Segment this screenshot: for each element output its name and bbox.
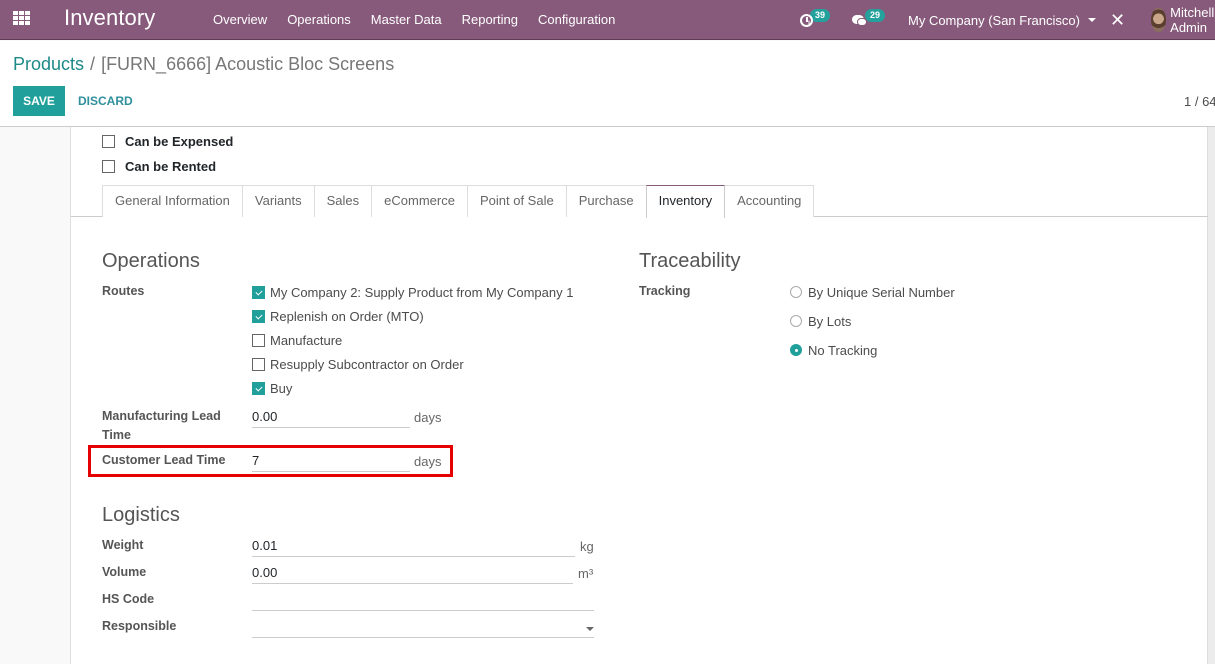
hs-code-label: HS Code (102, 592, 155, 606)
app-name[interactable]: Inventory (64, 5, 155, 31)
route-label: Manufacture (270, 332, 343, 348)
tab-inventory[interactable]: Inventory (645, 185, 726, 218)
avatar (1151, 8, 1167, 32)
route-label: Replenish on Order (MTO) (270, 308, 424, 324)
volume-label: Volume (102, 565, 147, 579)
tracking-option-lots[interactable]: By Lots (790, 311, 851, 331)
tracking-option-label: By Unique Serial Number (808, 284, 955, 300)
chevron-down-icon[interactable] (586, 627, 594, 631)
route-item[interactable]: My Company 2: Supply Product from My Com… (252, 282, 573, 302)
top-navbar: Inventory Overview Operations Master Dat… (0, 0, 1215, 40)
save-button[interactable]: SAVE (13, 86, 65, 116)
chevron-down-icon (1087, 18, 1096, 22)
route-item[interactable]: Buy (252, 378, 292, 398)
hs-code-input[interactable] (252, 589, 594, 611)
route-item[interactable]: Manufacture (252, 330, 342, 350)
breadcrumb-separator: / (90, 54, 96, 74)
volume-unit: m³ (578, 566, 594, 581)
responsible-label: Responsible (102, 619, 177, 633)
responsible-select[interactable] (252, 616, 594, 638)
route-label: My Company 2: Supply Product from My Com… (270, 284, 574, 300)
menu-operations[interactable]: Operations (277, 0, 361, 40)
radio-button[interactable] (790, 344, 802, 356)
menu-master-data[interactable]: Master Data (361, 0, 452, 40)
route-label: Buy (270, 380, 293, 396)
control-panel: Products / [FURN_6666] Acoustic Bloc Scree… (0, 41, 1215, 127)
can-be-expensed-option[interactable]: Can be Expensed (102, 129, 233, 154)
tab-accounting[interactable]: Accounting (724, 185, 815, 217)
route-item[interactable]: Replenish on Order (MTO) (252, 306, 424, 326)
clock-icon (800, 13, 813, 27)
customer-lead-time-label: Customer Lead Time (102, 453, 226, 467)
logistics-title: Logistics (102, 504, 180, 526)
operations-title: Operations (102, 250, 200, 272)
customer-lead-time-input[interactable] (252, 450, 410, 472)
radio-button[interactable] (790, 315, 802, 327)
tools-icon[interactable]: ✕ (1110, 0, 1125, 40)
pager[interactable]: 1 / 64 (1184, 94, 1215, 109)
notebook-tabs: General Information Variants Sales eComm… (71, 185, 1209, 218)
tracking-option-label: By Lots (808, 313, 852, 329)
user-name: Mitchell Admin (1170, 5, 1215, 35)
company-name: My Company (San Francisco) (908, 12, 1080, 28)
activity-button[interactable]: 39 (800, 0, 831, 40)
route-checkbox[interactable] (252, 285, 265, 299)
main-menu: Overview Operations Master Data Reportin… (203, 0, 625, 40)
radio-button[interactable] (790, 286, 802, 298)
user-menu[interactable]: Mitchell Admin (1151, 0, 1215, 40)
menu-overview[interactable]: Overview (203, 0, 277, 40)
menu-reporting[interactable]: Reporting (452, 0, 528, 40)
route-label: Resupply Subcontractor on Order (270, 356, 464, 372)
activity-count-badge: 39 (810, 8, 831, 22)
form-sheet: Can be Expensed Can be Rented General In… (70, 127, 1209, 664)
can-be-rented-option[interactable]: Can be Rented (102, 154, 233, 179)
manufacturing-lead-time-input[interactable] (252, 406, 410, 428)
messages-button[interactable]: 29 (852, 0, 886, 40)
weight-input[interactable] (252, 535, 575, 557)
tracking-option-label: No Tracking (808, 342, 878, 358)
can-be-expensed-label: Can be Expensed (125, 134, 234, 149)
breadcrumb-current: [FURN_6666] Acoustic Bloc Screens (101, 54, 395, 74)
breadcrumb: Products / [FURN_6666] Acoustic Bloc Scree… (13, 54, 394, 75)
scrollbar[interactable] (1208, 127, 1215, 664)
tab-purchase[interactable]: Purchase (565, 185, 647, 217)
can-be-rented-label: Can be Rented (125, 159, 217, 174)
traceability-title: Traceability (639, 250, 741, 272)
discard-button[interactable]: DISCARD (70, 86, 141, 116)
route-item[interactable]: Resupply Subcontractor on Order (252, 354, 464, 374)
grid-icon[interactable] (13, 11, 31, 26)
manufacturing-lead-time-label: Manufacturing Lead Time (102, 409, 221, 442)
tab-ecommerce[interactable]: eCommerce (371, 185, 468, 217)
tab-general-information[interactable]: General Information (102, 185, 243, 217)
routes-label: Routes (102, 284, 145, 298)
customer-lead-time-unit: days (414, 454, 442, 469)
breadcrumb-products[interactable]: Products (13, 54, 84, 74)
tab-variants[interactable]: Variants (241, 185, 315, 217)
weight-label: Weight (102, 538, 144, 552)
route-checkbox[interactable] (252, 333, 265, 347)
product-options: Can be Expensed Can be Rented (102, 129, 233, 179)
volume-input[interactable] (252, 562, 573, 584)
message-count-badge: 29 (865, 8, 886, 22)
tab-sales[interactable]: Sales (313, 185, 373, 217)
company-switcher[interactable]: My Company (San Francisco) (908, 0, 1096, 40)
route-checkbox[interactable] (252, 381, 265, 395)
tab-point-of-sale[interactable]: Point of Sale (466, 185, 567, 217)
route-checkbox[interactable] (252, 357, 265, 371)
menu-configuration[interactable]: Configuration (528, 0, 625, 40)
weight-unit: kg (580, 539, 594, 554)
route-checkbox[interactable] (252, 309, 265, 323)
tracking-option-none[interactable]: No Tracking (790, 340, 877, 360)
tracking-label: Tracking (639, 284, 691, 298)
can-be-rented-checkbox[interactable] (102, 160, 115, 173)
can-be-expensed-checkbox[interactable] (102, 135, 115, 148)
tracking-option-serial[interactable]: By Unique Serial Number (790, 282, 955, 302)
manufacturing-lead-time-unit: days (414, 410, 442, 425)
chat-icon (852, 14, 868, 27)
